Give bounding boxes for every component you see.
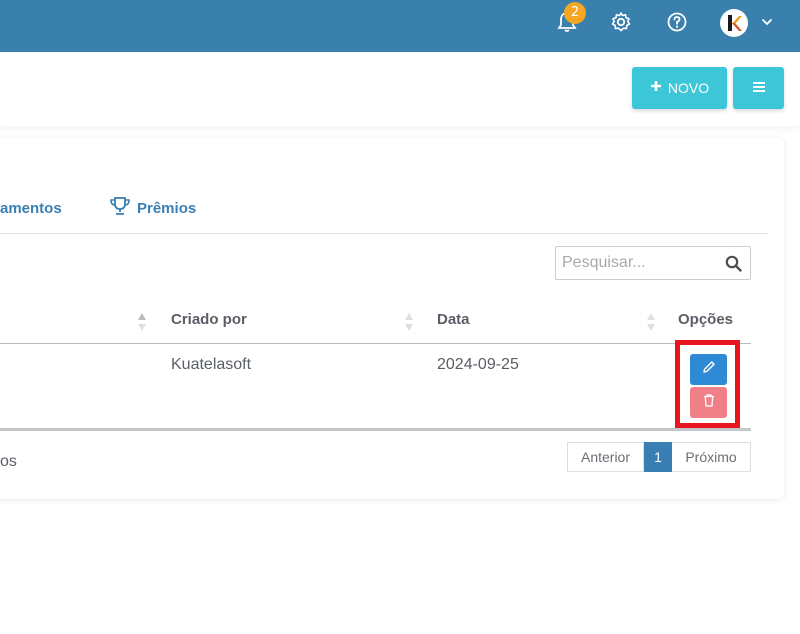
tab-premios-label: Prêmios xyxy=(137,199,197,217)
notification-badge: 2 xyxy=(564,2,586,24)
search-icon[interactable] xyxy=(725,255,742,277)
sort-icon[interactable] xyxy=(137,312,147,332)
search-box xyxy=(555,246,751,280)
tab-divider xyxy=(0,233,768,234)
cell-data: 2024-09-25 xyxy=(437,356,519,373)
action-highlight-box xyxy=(675,340,740,428)
column-header-data[interactable]: Data xyxy=(437,311,470,328)
gear-icon[interactable] xyxy=(609,10,633,34)
pagination-next[interactable]: Próximo xyxy=(672,442,751,472)
tab-premios[interactable]: Prêmios xyxy=(109,196,196,220)
sort-icon[interactable] xyxy=(646,312,656,332)
menu-button[interactable] xyxy=(733,67,784,109)
menu-icon xyxy=(752,79,765,97)
cell-criado-por: Kuatelasoft xyxy=(171,356,252,373)
trophy-icon xyxy=(109,196,131,220)
column-header-criado-por[interactable]: Criado por xyxy=(171,311,247,328)
pagination-page-1[interactable]: 1 xyxy=(644,442,672,472)
table-info-text: os xyxy=(0,453,17,470)
chevron-down-icon[interactable] xyxy=(760,15,774,29)
pagination-previous[interactable]: Anterior xyxy=(567,442,644,472)
table-footer-divider xyxy=(0,428,751,431)
user-avatar[interactable] xyxy=(720,9,748,37)
tab-lancamentos[interactable]: amentos xyxy=(0,200,62,217)
sort-icon[interactable] xyxy=(404,312,414,332)
new-button-label: NOVO xyxy=(667,80,710,96)
table-header-divider xyxy=(0,343,751,344)
new-button[interactable]: NOVO xyxy=(632,67,727,109)
search-input[interactable] xyxy=(556,247,716,279)
column-header-opcoes: Opções xyxy=(678,311,734,328)
top-navbar: 2 xyxy=(0,0,800,52)
help-icon[interactable] xyxy=(665,10,689,34)
plus-icon xyxy=(650,79,662,97)
pagination: Anterior 1 Próximo xyxy=(567,442,751,472)
